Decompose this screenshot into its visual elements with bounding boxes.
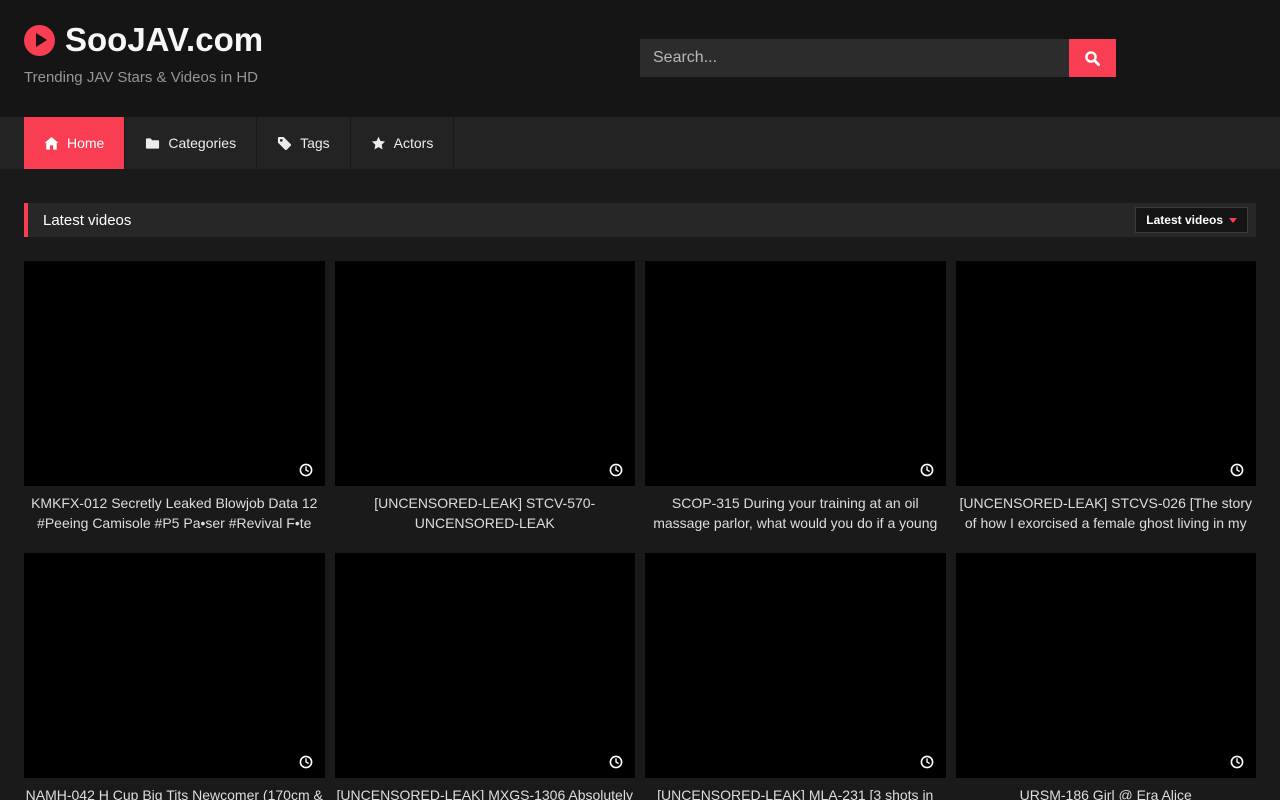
nav-item-categories[interactable]: Categories — [125, 117, 257, 169]
video-card: URSM-186 Girl @ Era Alice — [956, 553, 1257, 800]
video-card: SCOP-315 During your training at an oil … — [645, 261, 946, 533]
search-input[interactable] — [640, 39, 1069, 77]
clock-icon — [1230, 463, 1244, 477]
video-title[interactable]: SCOP-315 During your training at an oil … — [645, 493, 946, 533]
video-thumbnail[interactable] — [335, 553, 636, 778]
main-content: Latest videos Latest videos KMKFX-012 Se… — [0, 203, 1280, 800]
site-title: SooJAV.com — [65, 21, 263, 59]
video-title[interactable]: KMKFX-012 Secretly Leaked Blowjob Data 1… — [24, 493, 325, 533]
video-thumbnail[interactable] — [335, 261, 636, 486]
clock-icon — [1230, 755, 1244, 769]
video-title[interactable]: [UNCENSORED-LEAK] STCV-570-UNCENSORED-LE… — [335, 493, 636, 533]
video-title[interactable]: [UNCENSORED-LEAK] MLA-231 [3 shots in — [645, 785, 946, 800]
video-card: [UNCENSORED-LEAK] MLA-231 [3 shots in — [645, 553, 946, 800]
clock-icon — [920, 755, 934, 769]
folder-icon — [145, 136, 160, 151]
video-thumbnail[interactable] — [645, 261, 946, 486]
clock-icon — [299, 463, 313, 477]
video-grid: KMKFX-012 Secretly Leaked Blowjob Data 1… — [24, 261, 1256, 800]
video-card: NAMH-042 H Cup Big Tits Newcomer (170cm … — [24, 553, 325, 800]
clock-icon — [609, 755, 623, 769]
site-logo[interactable]: SooJAV.com — [24, 21, 263, 59]
search-icon — [1084, 50, 1101, 67]
video-title[interactable]: [UNCENSORED-LEAK] MXGS-1306 Absolutely — [335, 785, 636, 800]
site-header: SooJAV.com Trending JAV Stars & Videos i… — [0, 0, 1280, 117]
nav-item-tags[interactable]: Tags — [257, 117, 351, 169]
sort-dropdown-label: Latest videos — [1146, 213, 1223, 227]
section-title: Latest videos — [43, 212, 131, 229]
clock-icon — [920, 463, 934, 477]
video-card: [UNCENSORED-LEAK] MXGS-1306 Absolutely — [335, 553, 636, 800]
tag-icon — [277, 136, 292, 151]
video-thumbnail[interactable] — [24, 261, 325, 486]
clock-icon — [609, 463, 623, 477]
home-icon — [44, 136, 59, 151]
nav-item-label: Tags — [300, 135, 330, 151]
video-card: [UNCENSORED-LEAK] STCVS-026 [The story o… — [956, 261, 1257, 533]
video-card: KMKFX-012 Secretly Leaked Blowjob Data 1… — [24, 261, 325, 533]
sort-dropdown-button[interactable]: Latest videos — [1135, 207, 1248, 233]
section-header: Latest videos Latest videos — [24, 203, 1256, 237]
video-title[interactable]: [UNCENSORED-LEAK] STCVS-026 [The story o… — [956, 493, 1257, 533]
video-card: [UNCENSORED-LEAK] STCV-570-UNCENSORED-LE… — [335, 261, 636, 533]
video-thumbnail[interactable] — [956, 261, 1257, 486]
nav-item-home[interactable]: Home — [24, 117, 125, 169]
video-title[interactable]: URSM-186 Girl @ Era Alice — [956, 785, 1257, 800]
star-icon — [371, 136, 386, 151]
video-thumbnail[interactable] — [956, 553, 1257, 778]
play-icon — [24, 25, 55, 56]
search-button[interactable] — [1069, 39, 1116, 77]
nav-item-label: Actors — [394, 135, 434, 151]
video-thumbnail[interactable] — [645, 553, 946, 778]
caret-down-icon — [1229, 218, 1237, 223]
clock-icon — [299, 755, 313, 769]
nav-item-label: Home — [67, 135, 104, 151]
nav-item-label: Categories — [168, 135, 236, 151]
nav-item-actors[interactable]: Actors — [351, 117, 455, 169]
search-bar — [640, 39, 1116, 77]
video-title[interactable]: NAMH-042 H Cup Big Tits Newcomer (170cm … — [24, 785, 325, 800]
video-thumbnail[interactable] — [24, 553, 325, 778]
main-nav: Home Categories Tags Actors — [0, 117, 1280, 169]
